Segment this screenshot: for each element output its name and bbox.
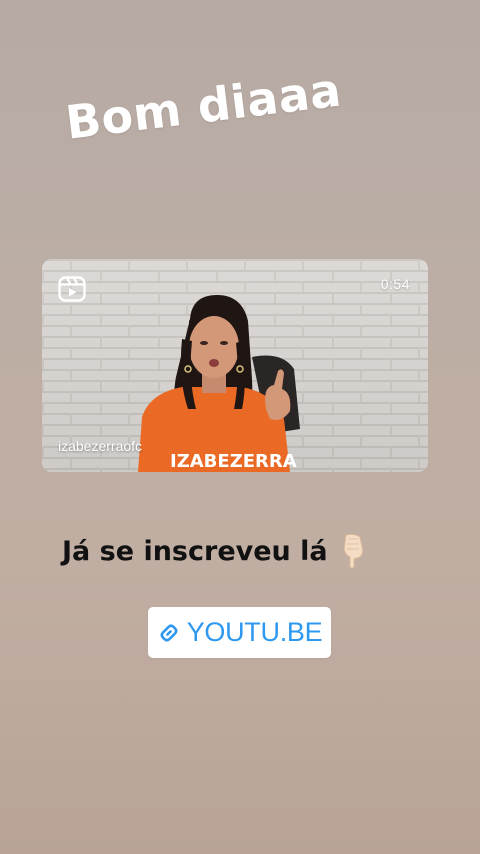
- story-canvas: Bom diaaa IZABEZERRA 0:54 izabezerraofc …: [0, 0, 480, 854]
- link-icon: [160, 624, 178, 641]
- caption-text: Já se inscreveu lá: [62, 535, 328, 567]
- shirt-text: IZABEZERRA: [170, 451, 297, 472]
- link-label: YOUTU.BE: [186, 617, 323, 647]
- video-username[interactable]: izabezerraofc: [58, 438, 142, 454]
- caption-row: Já se inscreveu lá: [62, 533, 368, 569]
- reel-video-card[interactable]: IZABEZERRA 0:54 izabezerraofc: [42, 259, 428, 472]
- reels-icon: [58, 276, 86, 302]
- youtube-link-sticker[interactable]: YOUTU.BE: [148, 607, 331, 658]
- pointing-down-hand-icon: [343, 533, 363, 569]
- video-duration: 0:54: [380, 276, 410, 292]
- greeting-text: Bom diaaa: [62, 62, 345, 150]
